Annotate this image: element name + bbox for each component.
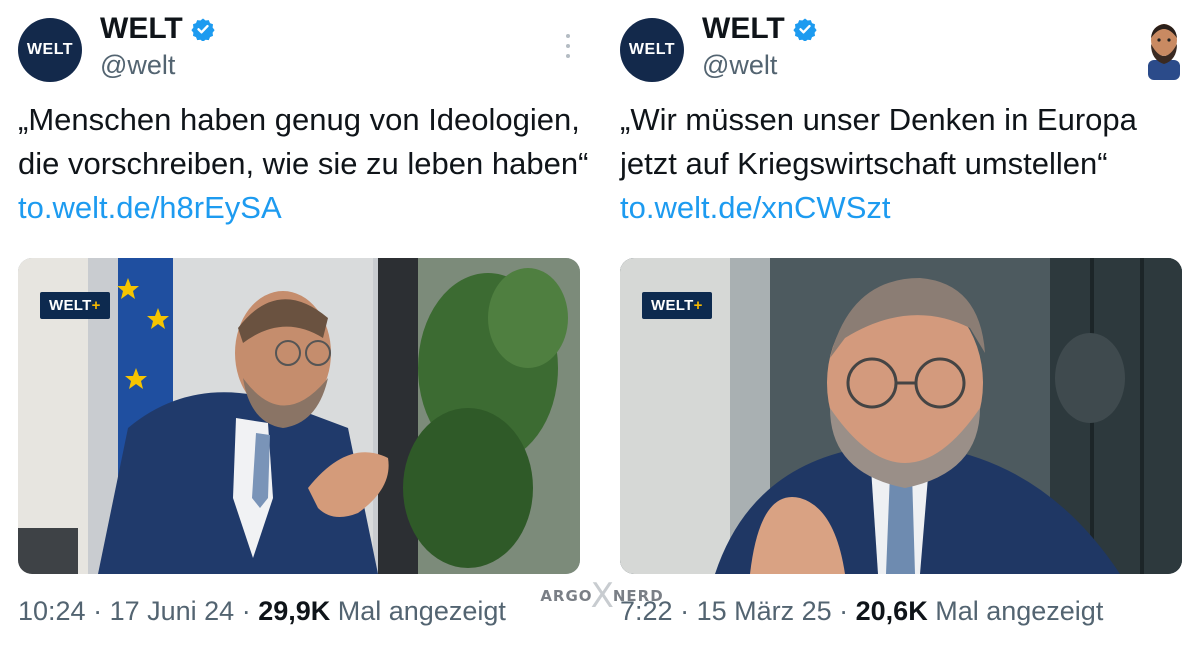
tweet-date[interactable]: 17 Juni 24 bbox=[110, 596, 235, 626]
views-label: Mal angezeigt bbox=[337, 596, 506, 626]
watermark-x: X bbox=[590, 576, 615, 616]
author-name[interactable]: WELT bbox=[100, 12, 183, 46]
verified-icon bbox=[191, 18, 215, 41]
tweet-link[interactable]: to.welt.de/xnCWSzt bbox=[620, 190, 890, 225]
tweet-card-1[interactable]: WELT WELT @welt „Menschen haben genug vo… bbox=[0, 0, 600, 648]
tweet-text: „Menschen haben genug von Ideologien, di… bbox=[18, 98, 593, 230]
tweet-body: „Menschen haben genug von Ideologien, di… bbox=[18, 102, 589, 181]
views-count: 29,9K bbox=[258, 596, 331, 626]
tweet-meta: 7:22 · 15 März 25 · 20,6K Mal angezeigt bbox=[620, 596, 1104, 626]
tweet-media-image[interactable]: WELT+ bbox=[620, 258, 1182, 574]
tweet-link[interactable]: to.welt.de/h8rEySA bbox=[18, 190, 282, 225]
author-handle[interactable]: @welt bbox=[702, 50, 777, 81]
tweet-body: „Wir müssen unser Denken in Europa jetzt… bbox=[620, 102, 1137, 181]
tweet-text: „Wir müssen unser Denken in Europa jetzt… bbox=[620, 98, 1195, 230]
more-options-icon[interactable] bbox=[560, 34, 576, 58]
author-name-row: WELT bbox=[702, 12, 817, 46]
welt-plus-badge: WELT+ bbox=[40, 292, 110, 319]
tweet-meta: 10:24 · 17 Juni 24 · 29,9K Mal angezeigt bbox=[18, 596, 506, 626]
tweet-time[interactable]: 10:24 bbox=[18, 596, 86, 626]
author-handle[interactable]: @welt bbox=[100, 50, 175, 81]
views-label: Mal angezeigt bbox=[935, 596, 1104, 626]
watermark-left: ARGO bbox=[540, 587, 593, 605]
author-name[interactable]: WELT bbox=[702, 12, 785, 46]
tweet-date[interactable]: 15 März 25 bbox=[697, 596, 832, 626]
welt-plus-badge: WELT+ bbox=[642, 292, 712, 319]
welt-avatar[interactable]: WELT bbox=[620, 18, 684, 82]
watermark-right: NERD bbox=[612, 587, 664, 605]
views-count: 20,6K bbox=[855, 596, 928, 626]
tweet-media-image[interactable]: WELT+ bbox=[18, 258, 580, 574]
argonerd-watermark: ARGO X NERD bbox=[532, 576, 672, 616]
verified-icon bbox=[793, 18, 817, 41]
author-name-row: WELT bbox=[100, 12, 215, 46]
tweet-card-2[interactable]: WELT WELT @welt „Wir müssen unser Denken… bbox=[602, 0, 1200, 648]
user-profile-avatar-icon[interactable] bbox=[1140, 16, 1188, 80]
welt-avatar[interactable]: WELT bbox=[18, 18, 82, 82]
